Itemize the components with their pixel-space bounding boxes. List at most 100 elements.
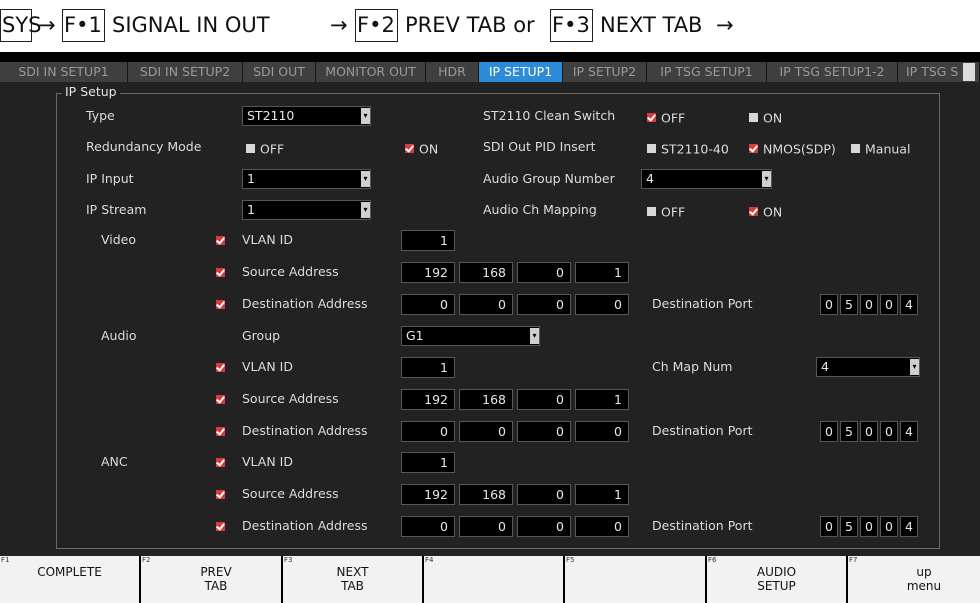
tab-sdi-out[interactable]: SDI OUT xyxy=(243,62,316,82)
tab-sdi-in-setup1[interactable]: SDI IN SETUP1 xyxy=(0,62,128,82)
anc-vlan-field[interactable]: 1 xyxy=(401,452,455,473)
anc-destination-octet-1[interactable]: 0 xyxy=(401,516,455,537)
pid-insert-manual-option[interactable]: Manual xyxy=(851,139,910,158)
tab-monitor-out[interactable]: MONITOR OUT xyxy=(316,62,426,82)
video-source-octet-1[interactable]: 192 xyxy=(401,262,455,283)
video-destination-octet-4[interactable]: 0 xyxy=(575,294,629,315)
video-source-enable-checkbox[interactable] xyxy=(216,268,225,277)
audio-vlan-field[interactable]: 1 xyxy=(401,357,455,378)
audio-vlan-enable-checkbox[interactable] xyxy=(216,363,225,372)
audio-ch-mapping-on-option[interactable]: ON xyxy=(749,202,782,221)
anc-source-enable-checkbox[interactable] xyxy=(216,490,225,499)
tab-sdi-in-setup2[interactable]: SDI IN SETUP2 xyxy=(128,62,243,82)
f7-up-menu-button[interactable]: F7 up menu xyxy=(848,556,980,603)
audio-destination-octet-1[interactable]: 0 xyxy=(401,421,455,442)
video-port-digit-2[interactable]: 5 xyxy=(840,294,858,315)
type-label: Type xyxy=(86,108,115,123)
audio-section-label: Audio xyxy=(101,328,137,343)
audio-port-digit-5[interactable]: 4 xyxy=(900,421,918,442)
anc-port-digit-5[interactable]: 4 xyxy=(900,516,918,537)
tab-scroll-handle[interactable] xyxy=(963,63,975,81)
f1-key-number: F1 xyxy=(1,556,10,564)
clean-switch-off-option[interactable]: OFF xyxy=(647,108,685,127)
audio-source-octet-1[interactable]: 192 xyxy=(401,389,455,410)
audio-group-select[interactable]: G1 ▾ xyxy=(401,326,540,346)
audio-vlan-label: VLAN ID xyxy=(242,359,293,374)
anc-destination-octet-2[interactable]: 0 xyxy=(459,516,513,537)
video-port-digit-4[interactable]: 0 xyxy=(880,294,898,315)
anc-source-octet-4[interactable]: 1 xyxy=(575,484,629,505)
ip-stream-select[interactable]: 1 ▾ xyxy=(242,200,371,220)
video-section-label: Video xyxy=(101,232,137,247)
video-source-octet-2[interactable]: 168 xyxy=(459,262,513,283)
anc-source-octet-3[interactable]: 0 xyxy=(517,484,571,505)
arrow-icon: → xyxy=(716,13,734,37)
tab-ip-tsg-setup1-2[interactable]: IP TSG SETUP1-2 xyxy=(767,62,898,82)
audio-group-number-select[interactable]: 4 ▾ xyxy=(641,169,772,189)
video-port-digit-5[interactable]: 4 xyxy=(900,294,918,315)
anc-destination-octet-4[interactable]: 0 xyxy=(575,516,629,537)
anc-source-octet-1[interactable]: 192 xyxy=(401,484,455,505)
f6-audio-setup-button[interactable]: F6 AUDIO SETUP xyxy=(707,556,848,603)
video-source-octet-3[interactable]: 0 xyxy=(517,262,571,283)
audio-port-digit-4[interactable]: 0 xyxy=(880,421,898,442)
video-port-digit-3[interactable]: 0 xyxy=(860,294,878,315)
f4-button[interactable]: F4 xyxy=(424,556,565,603)
video-vlan-enable-checkbox[interactable] xyxy=(216,236,225,245)
redundancy-off-option[interactable]: OFF xyxy=(246,139,284,158)
video-destination-octet-3[interactable]: 0 xyxy=(517,294,571,315)
anc-port-digit-1[interactable]: 0 xyxy=(820,516,838,537)
audio-destination-octet-2[interactable]: 0 xyxy=(459,421,513,442)
audio-source-enable-checkbox[interactable] xyxy=(216,395,225,404)
clean-switch-on-option[interactable]: ON xyxy=(749,108,782,127)
redundancy-on-option[interactable]: ON xyxy=(405,139,438,158)
f3-next-tab-button[interactable]: F3 NEXT TAB xyxy=(283,556,424,603)
f1-complete-button[interactable]: F1 COMPLETE xyxy=(0,556,141,603)
audio-source-octet-2[interactable]: 168 xyxy=(459,389,513,410)
pid-insert-st2110-40-option[interactable]: ST2110-40 xyxy=(647,139,729,158)
tab-ip-setup2[interactable]: IP SETUP2 xyxy=(563,62,647,82)
type-value: ST2110 xyxy=(247,108,295,123)
audio-destination-octet-3[interactable]: 0 xyxy=(517,421,571,442)
pid-insert-nmos-option[interactable]: NMOS(SDP) xyxy=(749,139,836,158)
anc-destination-octet-3[interactable]: 0 xyxy=(517,516,571,537)
audio-group-label: Group xyxy=(242,328,281,343)
navigation-instruction: SYS → F•1 SIGNAL IN OUT → F•2 PREV TAB o… xyxy=(0,0,980,52)
video-source-octet-4[interactable]: 1 xyxy=(575,262,629,283)
tab-ip-setup1[interactable]: IP SETUP1 xyxy=(479,62,563,82)
audio-port-digit-3[interactable]: 0 xyxy=(860,421,878,442)
dropdown-arrow-icon: ▾ xyxy=(530,328,539,344)
video-destination-octet-1[interactable]: 0 xyxy=(401,294,455,315)
option-label: OFF xyxy=(661,110,686,126)
audio-source-octet-4[interactable]: 1 xyxy=(575,389,629,410)
tab-hdr[interactable]: HDR xyxy=(426,62,479,82)
f7-label-line2: menu xyxy=(906,579,942,593)
ip-input-select[interactable]: 1 ▾ xyxy=(242,169,371,189)
tab-ip-tsg-setup1[interactable]: IP TSG SETUP1 xyxy=(647,62,767,82)
anc-destination-enable-checkbox[interactable] xyxy=(216,522,225,531)
video-destination-enable-checkbox[interactable] xyxy=(216,300,225,309)
checkbox-checked-icon xyxy=(647,113,656,122)
audio-source-octet-3[interactable]: 0 xyxy=(517,389,571,410)
video-vlan-label: VLAN ID xyxy=(242,232,293,247)
audio-ch-mapping-off-option[interactable]: OFF xyxy=(647,202,685,221)
audio-port-digit-2[interactable]: 5 xyxy=(840,421,858,442)
anc-port-digit-2[interactable]: 5 xyxy=(840,516,858,537)
f2-prev-tab-button[interactable]: F2 PREV TAB xyxy=(141,556,283,603)
audio-port-digit-1[interactable]: 0 xyxy=(820,421,838,442)
audio-source-label: Source Address xyxy=(242,391,339,406)
anc-port-digit-4[interactable]: 0 xyxy=(880,516,898,537)
video-vlan-field[interactable]: 1 xyxy=(401,230,455,251)
audio-destination-octet-4[interactable]: 0 xyxy=(575,421,629,442)
video-destination-octet-2[interactable]: 0 xyxy=(459,294,513,315)
anc-vlan-enable-checkbox[interactable] xyxy=(216,458,225,467)
video-port-digit-1[interactable]: 0 xyxy=(820,294,838,315)
anc-source-octet-2[interactable]: 168 xyxy=(459,484,513,505)
audio-destination-enable-checkbox[interactable] xyxy=(216,427,225,436)
ch-map-num-select[interactable]: 4 ▾ xyxy=(816,357,920,377)
f2-key-number: F2 xyxy=(142,556,151,564)
checkbox-unchecked-icon xyxy=(851,144,860,153)
anc-port-digit-3[interactable]: 0 xyxy=(860,516,878,537)
f5-button[interactable]: F5 xyxy=(565,556,707,603)
type-select[interactable]: ST2110 ▾ xyxy=(242,106,371,126)
